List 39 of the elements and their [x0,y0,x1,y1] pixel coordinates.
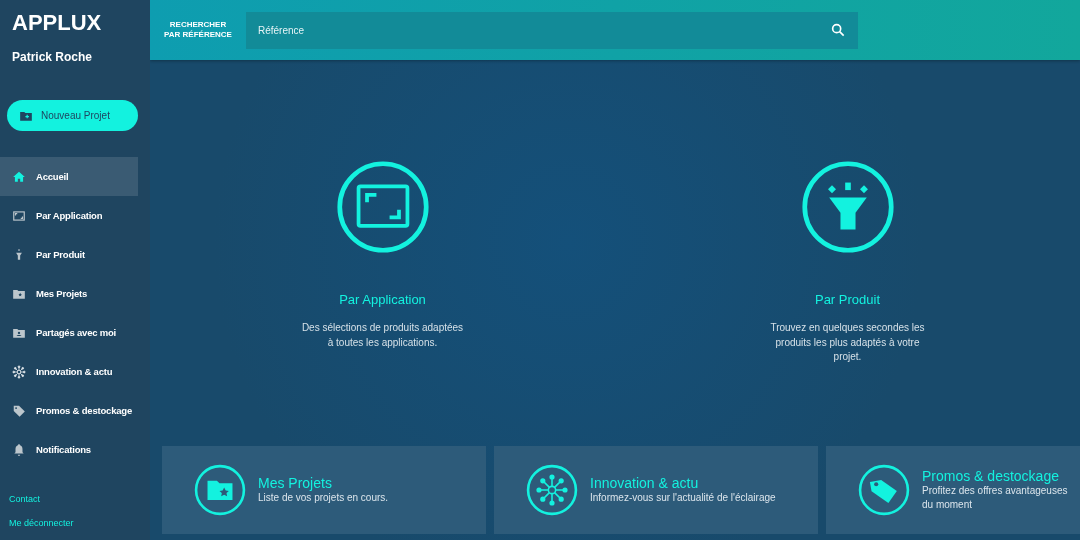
brand-logo: APPLUX [11,9,103,36]
nav-item[interactable]: Promos & destockage [0,391,138,430]
card-title: Innovation & actu [590,474,700,491]
network-circle-icon [526,464,578,516]
bell-icon [12,442,26,457]
home-icon [12,169,26,184]
shortcut-card[interactable]: Promos & destockage Profitez des offres avantageuses du moment [826,446,1080,534]
frame-circle-icon [335,160,430,254]
frame-icon [12,208,26,223]
feature-title[interactable]: Par Application [339,292,426,307]
card-description: Liste de vos projets en cours. [258,491,389,505]
shortcut-card[interactable]: Mes Projets Liste de vos projets en cours. [162,446,486,534]
folder-star-circle-icon [194,464,246,516]
card-description: Informez-vous sur l'actualité de l'éclairage [590,490,776,505]
nav-item[interactable]: Par Produit [0,235,138,274]
card-description: Profitez des offres avantageuses du moment [922,484,1069,512]
nav-item[interactable]: Partagés avec moi [0,313,138,352]
lamp-circle-icon [800,160,895,254]
feature-description: Trouvez en quelques secondes les produits les plus adaptés à votre projet. [769,321,926,364]
card-title: Mes Projets [258,474,333,491]
nav-item[interactable]: Par Application [0,196,138,235]
feature-title[interactable]: Par Produit [814,292,880,307]
footer-link[interactable]: Me déconnecter [9,518,141,528]
card-title: Promos & destockage [922,467,1060,484]
new-project-button[interactable]: Nouveau Projet [7,100,138,131]
network-icon [12,364,26,379]
search-icon [830,21,846,38]
user-name: Patrick Roche [11,49,94,64]
nav-item[interactable]: Mes Projets [0,274,138,313]
search-label: RECHERCHER PAR RÉFÉRENCE [163,20,233,40]
nav-item[interactable]: Accueil [0,157,138,196]
search-field[interactable]: Référence [246,11,858,49]
feature-description: Des sélections de produits adaptées à toutes les applications. [300,321,465,350]
footer-link[interactable]: Contact [9,494,141,504]
tag-circle-icon [858,464,910,516]
nav-item[interactable]: Innovation & actu [0,352,138,391]
shortcut-card[interactable]: Innovation & actu Informez-vous sur l'actualité de l'éclairage [494,446,818,534]
nav-item[interactable]: Notifications [0,430,138,469]
tag-icon [12,403,26,418]
